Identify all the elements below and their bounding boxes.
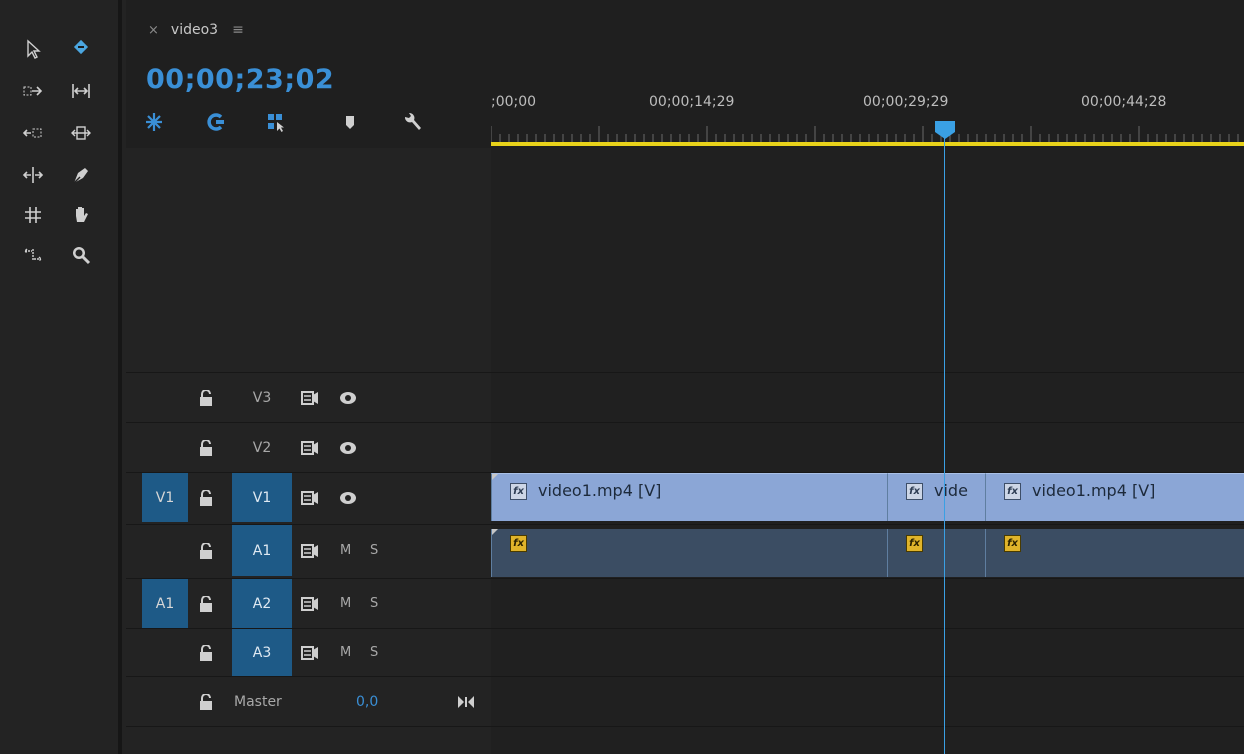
track-row-a1: A1 M S fx fx fx <box>126 524 1244 577</box>
track-row-a3: A3 M S <box>126 628 1244 676</box>
track-name-v3[interactable]: V3 <box>232 373 292 422</box>
audio-clip[interactable]: fx <box>985 529 1244 577</box>
lock-icon[interactable] <box>194 525 218 576</box>
sync-lock-icon[interactable] <box>298 423 322 472</box>
fx-badge-icon: fx <box>1004 535 1021 552</box>
track-select-forward-tool-icon[interactable] <box>66 32 96 62</box>
sync-lock-icon[interactable] <box>298 373 322 422</box>
lock-icon[interactable] <box>194 423 218 472</box>
sync-lock-icon[interactable] <box>298 525 322 576</box>
ruler-label: ;00;00 <box>491 94 537 110</box>
playhead-handle[interactable] <box>934 120 956 140</box>
track-select-backward-tool-icon[interactable] <box>18 76 48 106</box>
lock-icon[interactable] <box>194 579 218 628</box>
solo-button[interactable]: S <box>370 579 378 628</box>
lock-icon[interactable] <box>194 373 218 422</box>
time-ruler[interactable]: ;00;00 00;00;14;29 00;00;29;29 00;00;44;… <box>491 82 1244 148</box>
clip-name: vide <box>934 481 968 500</box>
razor-tool-icon[interactable] <box>18 160 48 190</box>
fx-badge-icon: fx <box>1004 483 1021 500</box>
mute-button[interactable]: M <box>340 629 351 676</box>
slide-tool-icon[interactable] <box>18 240 48 270</box>
fx-badge-icon: fx <box>510 535 527 552</box>
hand-tool-icon[interactable] <box>66 200 96 230</box>
fx-badge-icon: fx <box>906 483 923 500</box>
clip-name: video1.mp4 [V] <box>538 481 662 500</box>
linked-selection-icon[interactable] <box>202 108 230 136</box>
tools-panel <box>0 0 122 754</box>
sync-lock-icon[interactable] <box>298 473 322 522</box>
wrench-icon[interactable] <box>398 108 426 136</box>
sync-lock-icon[interactable] <box>298 629 322 676</box>
mute-button[interactable]: M <box>340 579 351 628</box>
track-name-v1[interactable]: V1 <box>232 473 292 522</box>
mute-button[interactable]: M <box>340 525 351 576</box>
fx-badge-icon: fx <box>906 535 923 552</box>
track-name-a2[interactable]: A2 <box>232 579 292 628</box>
audio-clip[interactable]: fx <box>491 529 887 577</box>
snap-icon[interactable] <box>140 108 168 136</box>
video-clip[interactable]: fx video1.mp4 [V] <box>985 473 1244 521</box>
add-marker-icon[interactable] <box>336 108 364 136</box>
track-row-empty <box>126 726 1244 754</box>
lock-icon[interactable] <box>194 473 218 522</box>
track-row-master: Master 0,0 <box>126 676 1244 726</box>
rolling-edit-tool-icon[interactable] <box>18 118 48 148</box>
track-row-v3: V3 <box>126 372 1244 422</box>
ruler-label: 00;00;44;28 <box>1081 94 1167 110</box>
sequence-tab[interactable]: × video3 ≡ <box>126 16 244 44</box>
clip-name: video1.mp4 [V] <box>1032 481 1156 500</box>
work-area-bar[interactable] <box>491 142 1244 146</box>
track-name-a3[interactable]: A3 <box>232 629 292 676</box>
ruler-label: 00;00;29;29 <box>863 94 949 110</box>
eye-icon[interactable] <box>336 473 360 522</box>
rate-stretch-tool-icon[interactable] <box>66 118 96 148</box>
sync-lock-icon[interactable] <box>298 579 322 628</box>
fx-badge-icon: fx <box>510 483 527 500</box>
eye-icon[interactable] <box>336 423 360 472</box>
selection-tool-icon[interactable] <box>18 34 48 64</box>
master-volume-value[interactable]: 0,0 <box>356 677 378 726</box>
track-row-v1: V1 V1 fx video1.mp4 [V] fx vide fx video… <box>126 472 1244 522</box>
sequence-name: video3 <box>170 22 219 38</box>
video-clip[interactable]: fx video1.mp4 [V] <box>491 473 887 521</box>
close-icon[interactable]: × <box>148 23 159 38</box>
video-clip[interactable]: fx vide <box>887 473 985 521</box>
track-name-v2[interactable]: V2 <box>232 423 292 472</box>
ruler-label: 00;00;14;29 <box>649 94 735 110</box>
track-name-a1[interactable]: A1 <box>232 525 292 576</box>
track-row-a2: A1 A2 M S <box>126 578 1244 628</box>
timeline-panel: × video3 ≡ 00;00;23;02 ;00;00 00;00;14;2… <box>126 0 1244 754</box>
solo-button[interactable]: S <box>370 629 378 676</box>
source-patch-v1[interactable]: V1 <box>142 473 188 522</box>
pen-tool-icon[interactable] <box>66 160 96 190</box>
clip-corner-marker <box>492 529 498 535</box>
ripple-edit-tool-icon[interactable] <box>66 76 96 106</box>
add-edit-icon[interactable] <box>262 108 290 136</box>
audio-clip[interactable]: fx <box>887 529 985 577</box>
playhead-timecode[interactable]: 00;00;23;02 <box>146 64 334 95</box>
lock-icon[interactable] <box>194 629 218 676</box>
master-label: Master <box>234 693 282 710</box>
panel-menu-icon[interactable]: ≡ <box>232 22 244 38</box>
eye-icon[interactable] <box>336 373 360 422</box>
clip-corner-marker <box>492 474 498 480</box>
playhead-line[interactable] <box>944 136 945 754</box>
lock-icon[interactable] <box>194 677 218 726</box>
track-row-v2: V2 <box>126 422 1244 472</box>
zoom-tool-icon[interactable] <box>66 240 96 270</box>
go-to-in-out-icon[interactable] <box>458 677 474 726</box>
slip-tool-icon[interactable] <box>18 200 48 230</box>
solo-button[interactable]: S <box>370 525 378 576</box>
ruler-ticks <box>491 126 1239 142</box>
source-patch-a1[interactable]: A1 <box>142 579 188 628</box>
